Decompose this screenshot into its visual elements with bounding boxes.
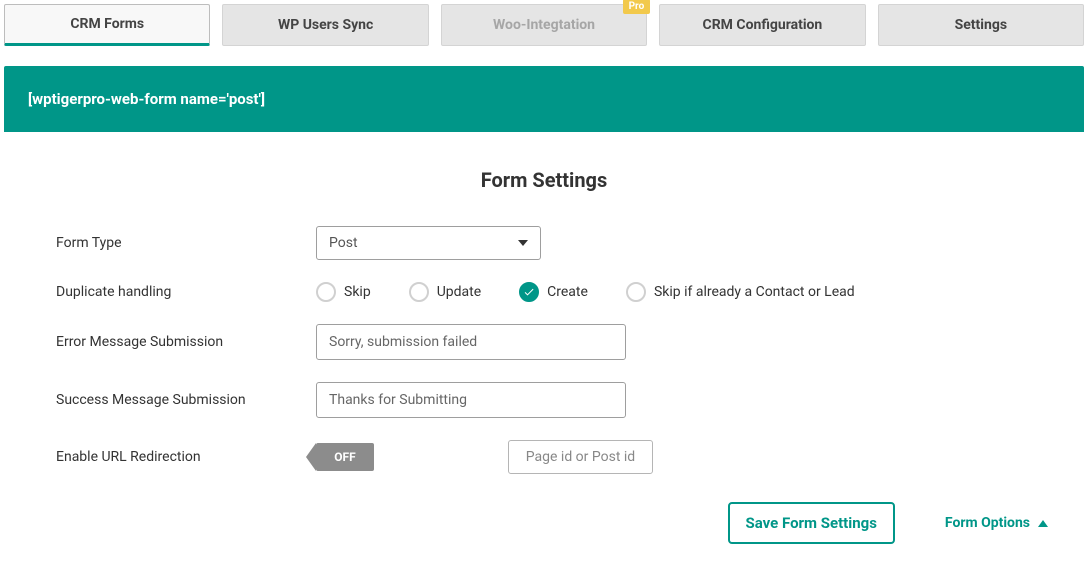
row-form-type: Form Type Post (56, 226, 1084, 260)
label-url-redirection: Enable URL Redirection (56, 449, 316, 465)
row-error-message: Error Message Submission (56, 324, 1084, 360)
tab-settings[interactable]: Settings (878, 4, 1084, 46)
shortcode-text: [wptigerpro-web-form name='post'] (28, 90, 265, 108)
label-success-message: Success Message Submission (56, 392, 316, 408)
radio-skip-contact-lead[interactable]: Skip if already a Contact or Lead (626, 282, 855, 302)
tab-label: WP Users Sync (278, 17, 373, 33)
tab-wp-users-sync[interactable]: WP Users Sync (222, 4, 428, 46)
tab-woo-integration[interactable]: Woo-Integtation Pro (441, 4, 647, 46)
chevron-down-icon (518, 240, 528, 246)
form-options-link[interactable]: Form Options (945, 515, 1048, 531)
row-success-message: Success Message Submission (56, 382, 1084, 418)
label-error-message: Error Message Submission (56, 334, 316, 350)
tab-label: CRM Configuration (703, 17, 823, 33)
radio-label: Skip if already a Contact or Lead (654, 284, 855, 300)
shortcode-banner: [wptigerpro-web-form name='post'] (4, 66, 1084, 132)
radio-update[interactable]: Update (409, 282, 481, 302)
row-duplicate-handling: Duplicate handling Skip Update Create Sk… (56, 282, 1084, 302)
chevron-up-icon (1038, 520, 1048, 527)
radio-icon (409, 282, 429, 302)
form-type-select[interactable]: Post (316, 226, 541, 260)
radio-icon (316, 282, 336, 302)
pro-badge: Pro (623, 0, 651, 14)
toggle-label: OFF (334, 450, 355, 464)
tab-label: Settings (955, 17, 1007, 33)
redirect-target-input[interactable] (508, 440, 653, 474)
section-title: Form Settings (4, 168, 1084, 192)
radio-label: Update (437, 284, 481, 300)
duplicate-radio-group: Skip Update Create Skip if already a Con… (316, 282, 855, 302)
select-value: Post (329, 235, 358, 251)
tab-label: CRM Forms (70, 16, 144, 32)
error-message-input[interactable] (316, 324, 626, 360)
radio-label: Create (547, 284, 588, 300)
label-duplicate: Duplicate handling (56, 284, 316, 300)
radio-label: Skip (344, 284, 371, 300)
row-url-redirection: Enable URL Redirection OFF (56, 440, 1084, 474)
radio-create[interactable]: Create (519, 282, 588, 302)
redirect-toggle[interactable]: OFF (316, 443, 374, 471)
tab-crm-forms[interactable]: CRM Forms (4, 4, 210, 46)
success-message-input[interactable] (316, 382, 626, 418)
form-options-label: Form Options (945, 515, 1030, 531)
form-settings-panel: Form Settings Form Type Post Duplicate h… (4, 138, 1084, 554)
check-icon (519, 282, 539, 302)
save-form-settings-button[interactable]: Save Form Settings (728, 502, 895, 544)
tabs: CRM Forms WP Users Sync Woo-Integtation … (4, 4, 1084, 46)
tab-label: Woo-Integtation (493, 17, 595, 33)
tab-crm-configuration[interactable]: CRM Configuration (659, 4, 865, 46)
radio-icon (626, 282, 646, 302)
panel-footer: Save Form Settings Form Options (4, 496, 1084, 544)
radio-skip[interactable]: Skip (316, 282, 371, 302)
label-form-type: Form Type (56, 235, 316, 251)
